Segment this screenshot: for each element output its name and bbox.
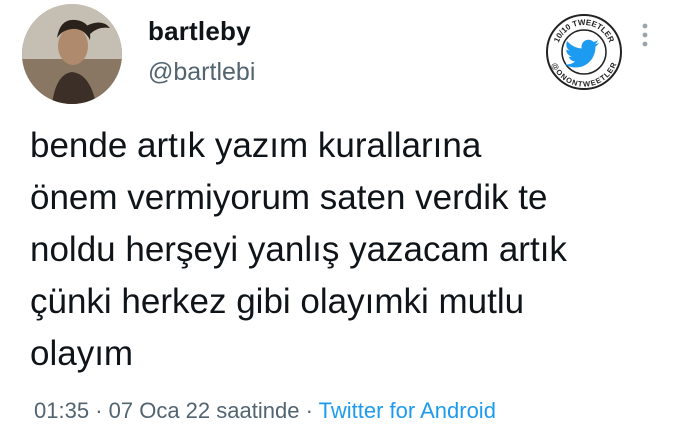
watermark-badge: 10/10 TWEETLER @ONONTWEETLER [545,13,623,91]
tweet-time[interactable]: 01:35 [34,398,89,423]
tweet-source-link[interactable]: Twitter for Android [319,398,496,423]
tweet-line: önem vermiyorum saten verdik te [30,178,548,217]
user-handle[interactable]: @bartlebi [148,58,255,87]
tweet-date[interactable]: 07 Oca 22 saatinde [109,398,300,423]
tweet-line: çünki herkez gibi olayımki mutlu [30,282,525,321]
tweet-line: noldu herşeyi yanlış yazacam artık [30,230,567,269]
more-vertical-icon [642,23,648,47]
tweet-line: olayım [30,334,134,373]
avatar-photo [22,4,122,104]
avatar[interactable] [22,4,122,104]
meta-separator: · [95,398,103,423]
more-options-button[interactable] [640,22,650,50]
tweet-meta: 01:35 · 07 Oca 22 saatinde · Twitter for… [34,398,496,424]
meta-separator: · [305,398,313,423]
display-name[interactable]: bartleby [148,16,251,47]
tweet-line: bende artık yazım kurallarına [30,126,482,165]
tweet-text: bende artık yazım kurallarına önem vermi… [30,120,670,380]
